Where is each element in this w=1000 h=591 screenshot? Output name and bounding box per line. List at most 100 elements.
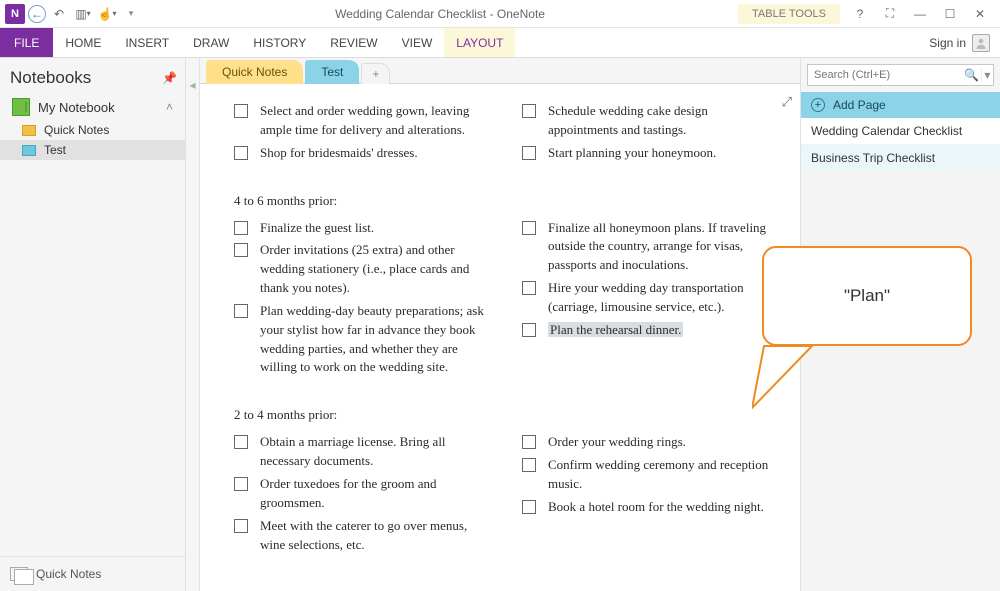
checklist-item[interactable]: Finalize the guest list.	[234, 219, 492, 238]
page-canvas[interactable]: ⤢ Select and order wedding gown, leaving…	[200, 84, 800, 591]
checklist-item[interactable]: Obtain a marriage license. Bring all nec…	[234, 433, 492, 471]
checkbox-icon[interactable]	[234, 519, 248, 533]
checklist-text: Meet with the caterer to go over menus, …	[260, 517, 492, 555]
notebooks-panel: Notebooks 📌 My Notebook ˄ Quick Notes Te…	[0, 58, 186, 591]
checklist-item[interactable]: Book a hotel room for the wedding night.	[522, 498, 780, 517]
checkbox-icon[interactable]	[522, 146, 536, 160]
checklist-text: Order invitations (25 extra) and other w…	[260, 241, 492, 298]
section-test[interactable]: Test	[0, 140, 185, 160]
search-box[interactable]: 🔍 ▾	[807, 64, 994, 86]
add-page-button[interactable]: + Add Page	[801, 92, 1000, 118]
search-scope-dropdown[interactable]: ▾	[981, 68, 993, 82]
title-bar: N ← ↶ ▥▾ ☝▾ ▾ Wedding Calendar Checklist…	[0, 0, 1000, 28]
checklist-item[interactable]: Hire your wedding day transportation (ca…	[522, 279, 780, 317]
contextual-tool-group: TABLE TOOLS	[738, 4, 840, 24]
checkbox-icon[interactable]	[234, 304, 248, 318]
quick-access-toolbar: N ← ↶ ▥▾ ☝▾ ▾	[0, 3, 142, 25]
section-tab-quick-notes[interactable]: Quick Notes	[206, 60, 303, 84]
checkbox-icon[interactable]	[522, 500, 536, 514]
checklist-item[interactable]: Shop for bridesmaids' dresses.	[234, 144, 492, 163]
checkbox-icon[interactable]	[234, 243, 248, 257]
checklist-item[interactable]: Finalize all honeymoon plans. If traveli…	[522, 219, 780, 276]
checkbox-icon[interactable]	[522, 323, 536, 337]
checkbox-icon[interactable]	[522, 435, 536, 449]
checkbox-icon[interactable]	[234, 221, 248, 235]
checklist-item[interactable]: Start planning your honeymoon.	[522, 144, 780, 163]
checklist-item[interactable]: Select and order wedding gown, leaving a…	[234, 102, 492, 140]
pages-panel: 🔍 ▾ + Add Page Wedding Calendar Checklis…	[800, 58, 1000, 591]
checklist-text: Finalize the guest list.	[260, 219, 374, 238]
file-tab[interactable]: FILE	[0, 28, 53, 57]
section-tab-test[interactable]: Test	[305, 60, 359, 84]
tab-view[interactable]: VIEW	[390, 28, 445, 57]
checklist-text: Start planning your honeymoon.	[548, 144, 716, 163]
checklist-text: Book a hotel room for the wedding night.	[548, 498, 764, 517]
section-icon	[22, 125, 36, 136]
page-item[interactable]: Wedding Calendar Checklist	[801, 118, 1000, 145]
checkbox-icon[interactable]	[234, 477, 248, 491]
tab-home[interactable]: HOME	[53, 28, 113, 57]
quick-notes-label: Quick Notes	[36, 567, 101, 581]
minimize-button[interactable]: ―	[910, 7, 930, 21]
checkbox-icon[interactable]	[234, 435, 248, 449]
section-heading: 2 to 4 months prior:	[234, 407, 780, 423]
close-button[interactable]: ✕	[970, 7, 990, 21]
undo-button[interactable]: ↶	[48, 3, 70, 25]
checklist-item[interactable]: Order invitations (25 extra) and other w…	[234, 241, 492, 298]
checklist-text: Plan the rehearsal dinner.	[548, 321, 683, 340]
search-input[interactable]	[808, 69, 962, 81]
page-item[interactable]: Business Trip Checklist	[801, 145, 1000, 172]
add-page-label: Add Page	[833, 98, 886, 112]
tab-layout[interactable]: LAYOUT	[444, 28, 515, 57]
dock-button[interactable]: ▥▾	[72, 3, 94, 25]
maximize-button[interactable]: ☐	[940, 7, 960, 21]
tab-history[interactable]: HISTORY	[241, 28, 318, 57]
quick-notes-footer[interactable]: Quick Notes	[0, 556, 185, 591]
ribbon-display-options[interactable]: ⛶	[880, 6, 900, 21]
window-title: Wedding Calendar Checklist - OneNote	[142, 7, 738, 21]
touch-mode-button[interactable]: ☝▾	[96, 3, 118, 25]
user-avatar-icon	[972, 34, 990, 52]
checkbox-icon[interactable]	[522, 458, 536, 472]
notebook-my-notebook[interactable]: My Notebook ˄	[4, 94, 181, 120]
checkbox-icon[interactable]	[234, 104, 248, 118]
checklist-item[interactable]: Schedule wedding cake design appointment…	[522, 102, 780, 140]
page-list: Wedding Calendar Checklist Business Trip…	[801, 118, 1000, 172]
onenote-logo[interactable]: N	[4, 3, 26, 25]
checklist-text: Finalize all honeymoon plans. If traveli…	[548, 219, 780, 276]
expand-icon[interactable]: ⤢	[782, 94, 792, 110]
collapse-strip[interactable]: ◂	[186, 58, 200, 591]
notebooks-header: Notebooks	[10, 68, 91, 88]
tab-draw[interactable]: DRAW	[181, 28, 241, 57]
checkbox-icon[interactable]	[522, 221, 536, 235]
pin-icon[interactable]: 📌	[162, 71, 177, 85]
checklist-text: Schedule wedding cake design appointment…	[548, 102, 780, 140]
help-button[interactable]: ?	[850, 7, 870, 21]
section-quick-notes[interactable]: Quick Notes	[0, 120, 185, 140]
checkbox-icon[interactable]	[234, 146, 248, 160]
section-icon	[22, 145, 36, 156]
checklist-item[interactable]: Plan wedding-day beauty preparations; as…	[234, 302, 492, 377]
quick-notes-icon	[10, 567, 28, 581]
checklist-item[interactable]: Order tuxedoes for the groom and groomsm…	[234, 475, 492, 513]
checklist-text: Order tuxedoes for the groom and groomsm…	[260, 475, 492, 513]
back-button[interactable]: ←	[28, 5, 46, 23]
checklist-item[interactable]: Order your wedding rings.	[522, 433, 780, 452]
add-section-tab[interactable]: +	[361, 63, 390, 84]
checklist-text: Obtain a marriage license. Bring all nec…	[260, 433, 492, 471]
tab-insert[interactable]: INSERT	[113, 28, 181, 57]
search-icon[interactable]: 🔍	[962, 68, 981, 82]
checklist-text: Hire your wedding day transportation (ca…	[548, 279, 780, 317]
notebook-icon	[12, 98, 30, 116]
checklist-item[interactable]: Plan the rehearsal dinner.	[522, 321, 780, 340]
ribbon: FILE HOME INSERT DRAW HISTORY REVIEW VIE…	[0, 28, 1000, 58]
highlighted-text: Plan the rehearsal dinner.	[548, 322, 683, 337]
checklist-item[interactable]: Confirm wedding ceremony and reception m…	[522, 456, 780, 494]
checklist-item[interactable]: Meet with the caterer to go over menus, …	[234, 517, 492, 555]
tab-review[interactable]: REVIEW	[318, 28, 389, 57]
checkbox-icon[interactable]	[522, 281, 536, 295]
sign-in[interactable]: Sign in	[929, 28, 1000, 57]
qat-customize[interactable]: ▾	[120, 3, 142, 25]
plus-icon: +	[811, 98, 825, 112]
checkbox-icon[interactable]	[522, 104, 536, 118]
